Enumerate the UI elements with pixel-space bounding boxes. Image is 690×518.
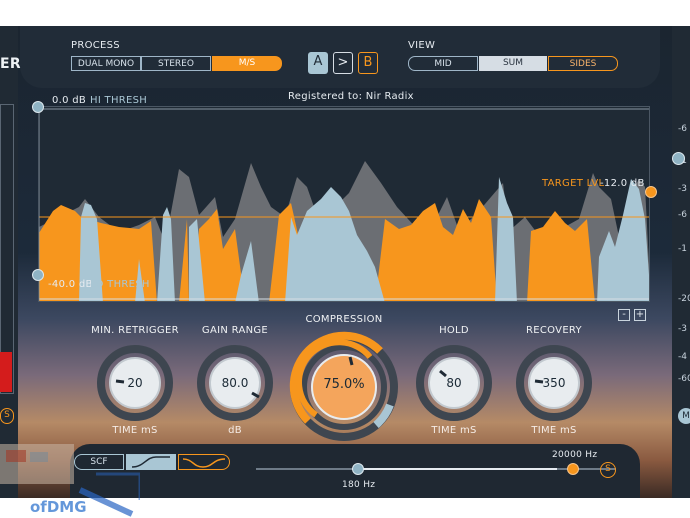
compression-value: 75.0%	[323, 377, 365, 392]
top-margin	[0, 0, 690, 26]
scale-tick: -6	[678, 210, 687, 220]
hi-thresh-value: 0.0 dB	[52, 95, 87, 106]
app-window: ER S -6 -1 -3 -6 -1 -20 -3 -4 -60 M PROC…	[0, 0, 690, 518]
preset-b-button[interactable]: B	[358, 52, 378, 74]
preset-a-button[interactable]: A	[308, 52, 328, 74]
view-sides-button[interactable]: SIDES	[548, 56, 618, 71]
watermark-logo: ofDMG	[0, 430, 142, 518]
zoom-out-icon: -	[622, 309, 626, 320]
bandpass-shape-button[interactable]	[178, 454, 230, 470]
plugin-window: ER S -6 -1 -3 -6 -1 -20 -3 -4 -60 M PROC…	[0, 26, 690, 498]
process-ms-button[interactable]: M/S	[212, 56, 282, 71]
lo-thresh-label: LO THRESH	[90, 279, 150, 290]
process-label: PROCESS	[71, 40, 120, 51]
scale-tick: -6	[678, 124, 687, 134]
copy-arrow-icon: >	[337, 55, 349, 70]
view-option-label: SUM	[502, 58, 524, 68]
view-sum-button[interactable]: SUM	[479, 56, 547, 71]
scale-tick: -20	[678, 294, 690, 304]
lo-thresh-value: -40.0 dB	[48, 279, 93, 290]
waveform-svg	[39, 107, 649, 301]
high-freq-handle[interactable]	[567, 463, 579, 475]
compression-label: COMPRESSION	[305, 314, 383, 325]
gain-range-unit: dB	[228, 425, 242, 436]
view-mid-button[interactable]: MID	[408, 56, 478, 71]
hold-unit: TIME mS	[431, 425, 477, 436]
min-retrigger-value: 20	[127, 376, 143, 390]
hi-thresh-label: HI THRESH	[90, 95, 148, 106]
plugin-title-fragment: ER	[0, 56, 21, 72]
sidechain-solo-button[interactable]: S	[600, 462, 616, 478]
process-option-label: DUAL MONO	[77, 59, 135, 69]
zoom-in-icon: +	[635, 309, 645, 320]
gain-range-value: 80.0	[221, 376, 249, 390]
preset-b-label: B	[363, 55, 373, 70]
right-fader-handle[interactable]	[672, 152, 685, 165]
registration-text: Registered to: Nir Radix	[288, 91, 414, 102]
process-stereo-button[interactable]: STEREO	[141, 56, 211, 71]
view-label: VIEW	[408, 40, 436, 51]
target-level-value: -12.0 dB	[600, 178, 645, 189]
high-freq-value: 20000 Hz	[552, 450, 598, 460]
header-panel: PROCESS DUAL MONO STEREO M/S A > B VIEW …	[20, 26, 660, 88]
hi-thresh-handle[interactable]	[32, 101, 44, 113]
watermark-text: ofDMG	[30, 498, 87, 516]
target-level-label: TARGET LVL	[542, 178, 605, 189]
process-option-label: STEREO	[158, 59, 194, 69]
sidechain-solo-label: S	[605, 464, 611, 474]
recovery-value: 350	[542, 376, 566, 390]
zoom-in-button[interactable]: +	[634, 309, 646, 321]
hold-value: 80	[446, 376, 462, 390]
scale-tick: -3	[678, 184, 687, 194]
knob-pointer	[348, 356, 354, 366]
recovery-unit: TIME mS	[531, 425, 577, 436]
lo-thresh-handle[interactable]	[32, 269, 44, 281]
scale-tick: -1	[678, 244, 687, 254]
preset-a-label: A	[313, 54, 323, 69]
sidechain-range-fill	[357, 468, 557, 470]
waveform-display[interactable]	[38, 106, 650, 302]
bandpass-icon	[182, 458, 226, 468]
sidechain-panel: SCF 180 Hz 20000 Hz S	[70, 444, 640, 498]
low-freq-value: 180 Hz	[342, 480, 376, 490]
view-option-label: MID	[434, 59, 452, 69]
target-level-handle[interactable]	[645, 186, 657, 198]
low-freq-handle[interactable]	[352, 463, 364, 475]
view-option-label: SIDES	[569, 59, 597, 69]
process-dual-mono-button[interactable]: DUAL MONO	[71, 56, 141, 71]
copy-a-to-b-button[interactable]: >	[333, 52, 353, 74]
zoom-out-button[interactable]: -	[618, 309, 630, 321]
process-option-label: M/S	[238, 58, 256, 68]
